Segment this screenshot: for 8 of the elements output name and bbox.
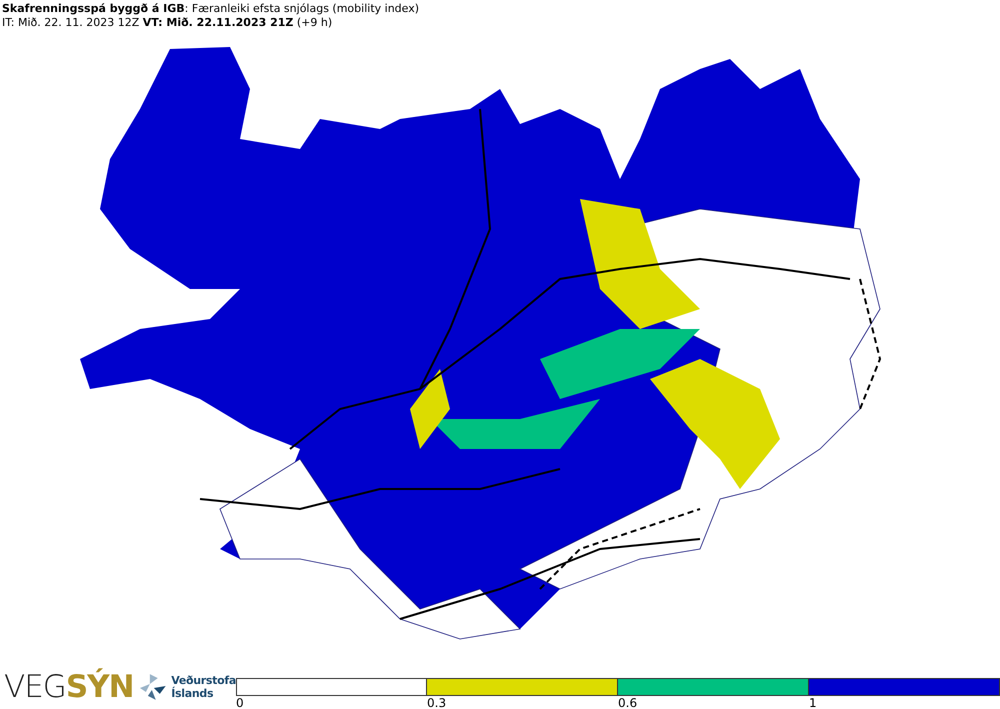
map-title: Skafrenningsspá byggð á IGB: Færanleiki efsta snjólags (mobility index) (2, 2, 420, 15)
legend-tick-label: 0.6 (617, 696, 638, 709)
legend-tick-label: 1 (808, 696, 817, 709)
legend-tick-label: 0.3 (426, 696, 446, 709)
forecast-times: IT: Mið. 22. 11. 2023 12Z VT: Mið. 22.11.2023 21Z (+9 h) (2, 16, 334, 29)
legend-tick-label: 0 (235, 696, 244, 709)
vedurstofa-logo-text: Veðurstofa Íslands (171, 674, 236, 700)
compass-arrows-icon (138, 672, 168, 702)
